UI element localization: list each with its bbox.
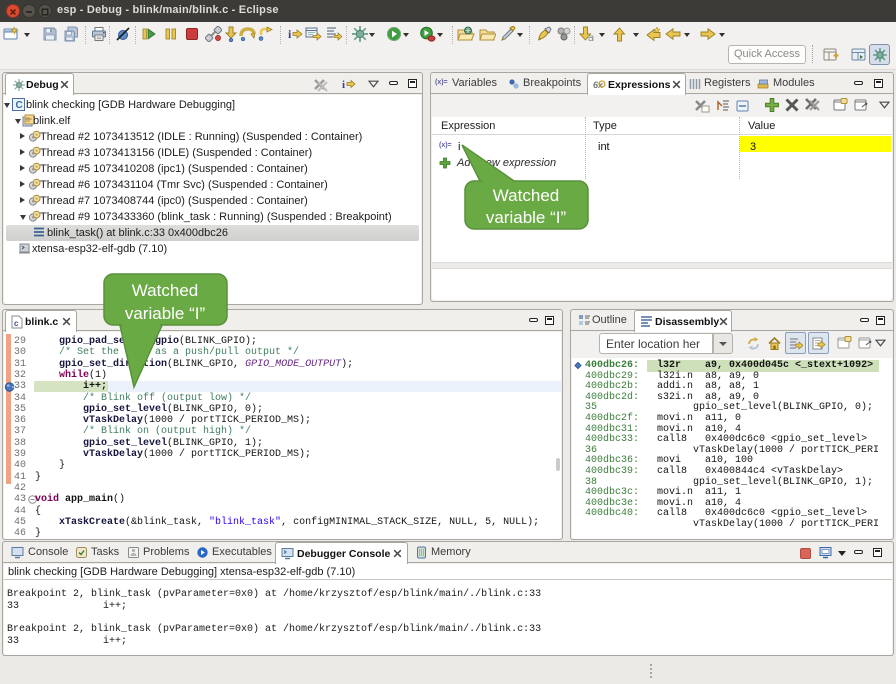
svg-text:Watched: Watched [132,281,198,300]
svg-text:variable “I”: variable “I” [125,304,206,323]
svg-text:Watched: Watched [493,186,559,205]
svg-text:variable “I”: variable “I” [486,208,567,227]
